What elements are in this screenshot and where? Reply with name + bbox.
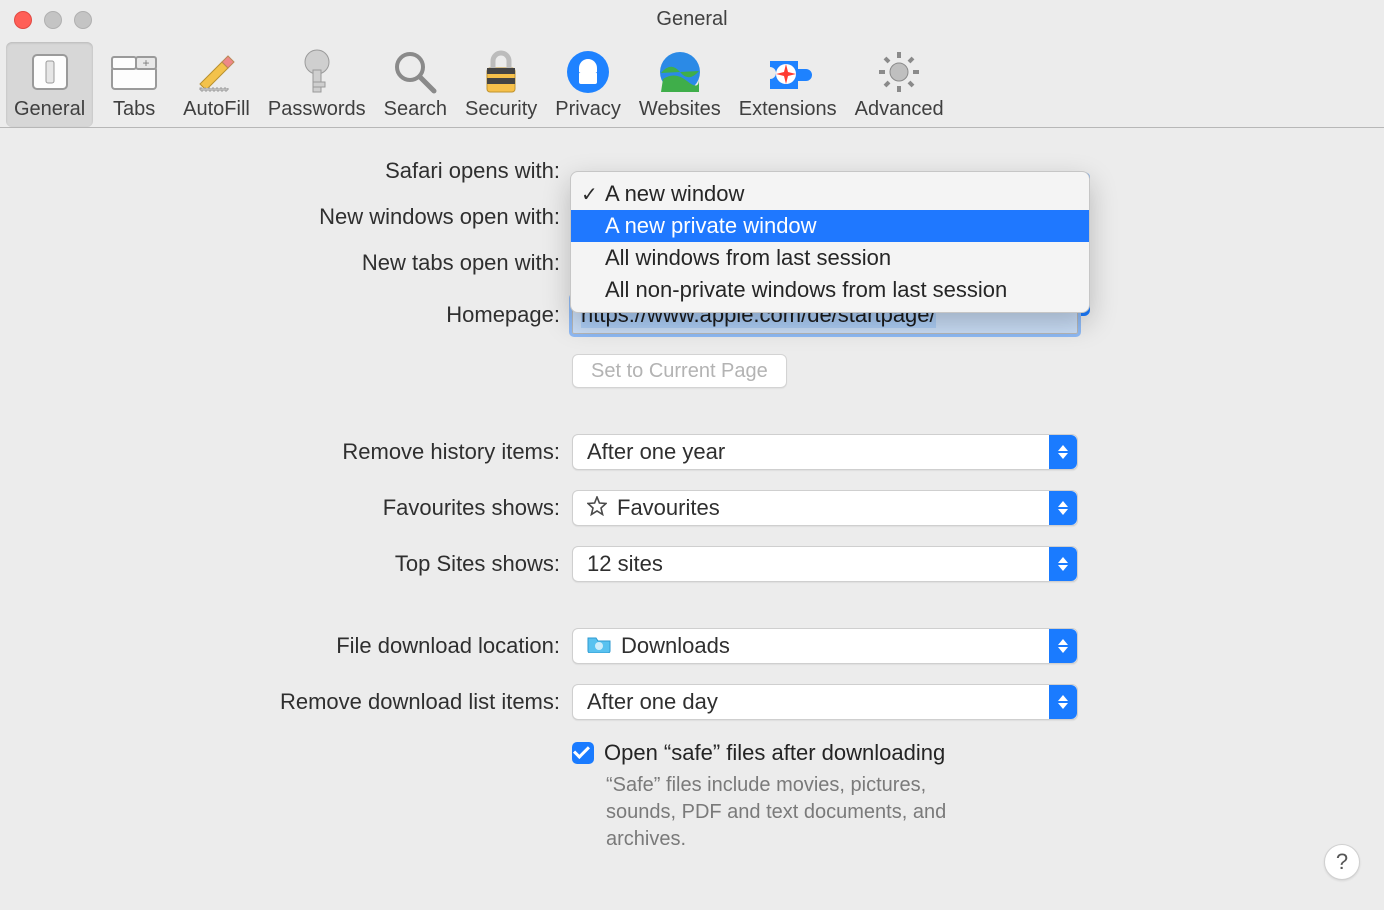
tab-privacy[interactable]: Privacy xyxy=(547,42,629,127)
new-tabs-open-with-label: New tabs open with: xyxy=(0,250,572,276)
tab-extensions[interactable]: Extensions xyxy=(731,42,845,127)
remove-download-list-popup[interactable]: After one day xyxy=(572,684,1078,720)
tab-advanced[interactable]: Advanced xyxy=(847,42,952,127)
menu-option-new-private-window[interactable]: A new private window xyxy=(571,210,1089,242)
preferences-toolbar: General + Tabs AutoFill Passwords Search xyxy=(0,40,1384,128)
general-icon xyxy=(26,48,74,96)
checkbox-checked-icon xyxy=(572,742,594,764)
privacy-icon xyxy=(564,48,612,96)
autofill-icon xyxy=(193,48,241,96)
file-download-location-value: Downloads xyxy=(621,633,730,659)
titlebar: General xyxy=(0,0,1384,40)
tab-search[interactable]: Search xyxy=(376,42,455,127)
favourites-shows-value: Favourites xyxy=(617,495,720,521)
safari-opens-with-label: Safari opens with: xyxy=(0,158,572,184)
top-sites-shows-value: 12 sites xyxy=(587,551,663,577)
updown-arrows-icon xyxy=(1049,547,1077,581)
zoom-window-button[interactable] xyxy=(74,11,92,29)
folder-icon xyxy=(587,633,611,659)
new-windows-open-with-label: New windows open with: xyxy=(0,204,572,230)
tabs-icon: + xyxy=(110,48,158,96)
tab-websites[interactable]: Websites xyxy=(631,42,729,127)
favourites-shows-label: Favourites shows: xyxy=(0,495,572,521)
updown-arrows-icon xyxy=(1049,685,1077,719)
updown-arrows-icon xyxy=(1049,491,1077,525)
tab-tabs[interactable]: + Tabs xyxy=(95,42,173,127)
remove-history-value: After one year xyxy=(587,439,725,465)
open-safe-files-checkbox[interactable]: Open “safe” files after downloading xyxy=(572,740,1092,766)
help-button-label: ? xyxy=(1336,849,1348,875)
favourites-shows-popup[interactable]: Favourites xyxy=(572,490,1078,526)
remove-download-list-value: After one day xyxy=(587,689,718,715)
tab-autofill[interactable]: AutoFill xyxy=(175,42,258,127)
advanced-icon xyxy=(875,48,923,96)
close-window-button[interactable] xyxy=(14,11,32,29)
open-safe-files-label: Open “safe” files after downloading xyxy=(604,740,945,766)
security-icon xyxy=(477,48,525,96)
svg-text:+: + xyxy=(143,56,150,70)
remove-download-list-label: Remove download list items: xyxy=(0,689,572,715)
tab-general[interactable]: General xyxy=(6,42,93,127)
updown-arrows-icon xyxy=(1049,629,1077,663)
top-sites-shows-label: Top Sites shows: xyxy=(0,551,572,577)
tab-passwords[interactable]: Passwords xyxy=(260,42,374,127)
file-download-location-popup[interactable]: Downloads xyxy=(572,628,1078,664)
passwords-icon xyxy=(293,48,341,96)
tab-security[interactable]: Security xyxy=(457,42,545,127)
file-download-location-label: File download location: xyxy=(0,633,572,659)
minimize-window-button[interactable] xyxy=(44,11,62,29)
star-icon xyxy=(587,496,607,522)
window-title: General xyxy=(0,8,1384,31)
menu-option-all-windows-last-session[interactable]: All windows from last session xyxy=(571,242,1089,274)
open-safe-files-description: “Safe” files include movies, pictures, s… xyxy=(606,772,986,853)
safari-opens-with-menu[interactable]: A new window A new private window All wi… xyxy=(570,171,1090,313)
menu-option-new-window[interactable]: A new window xyxy=(571,178,1089,210)
help-button[interactable]: ? xyxy=(1324,844,1360,880)
preferences-window: General General + Tabs AutoFill Password xyxy=(0,0,1384,910)
menu-option-non-private-last-session[interactable]: All non-private windows from last sessio… xyxy=(571,274,1089,306)
search-icon xyxy=(391,48,439,96)
updown-arrows-icon xyxy=(1049,435,1077,469)
extensions-icon xyxy=(764,48,812,96)
top-sites-shows-popup[interactable]: 12 sites xyxy=(572,546,1078,582)
traffic-lights xyxy=(14,11,92,29)
websites-icon xyxy=(656,48,704,96)
remove-history-popup[interactable]: After one year xyxy=(572,434,1078,470)
set-to-current-page-button[interactable]: Set to Current Page xyxy=(572,354,787,388)
homepage-label: Homepage: xyxy=(0,302,572,328)
remove-history-label: Remove history items: xyxy=(0,439,572,465)
